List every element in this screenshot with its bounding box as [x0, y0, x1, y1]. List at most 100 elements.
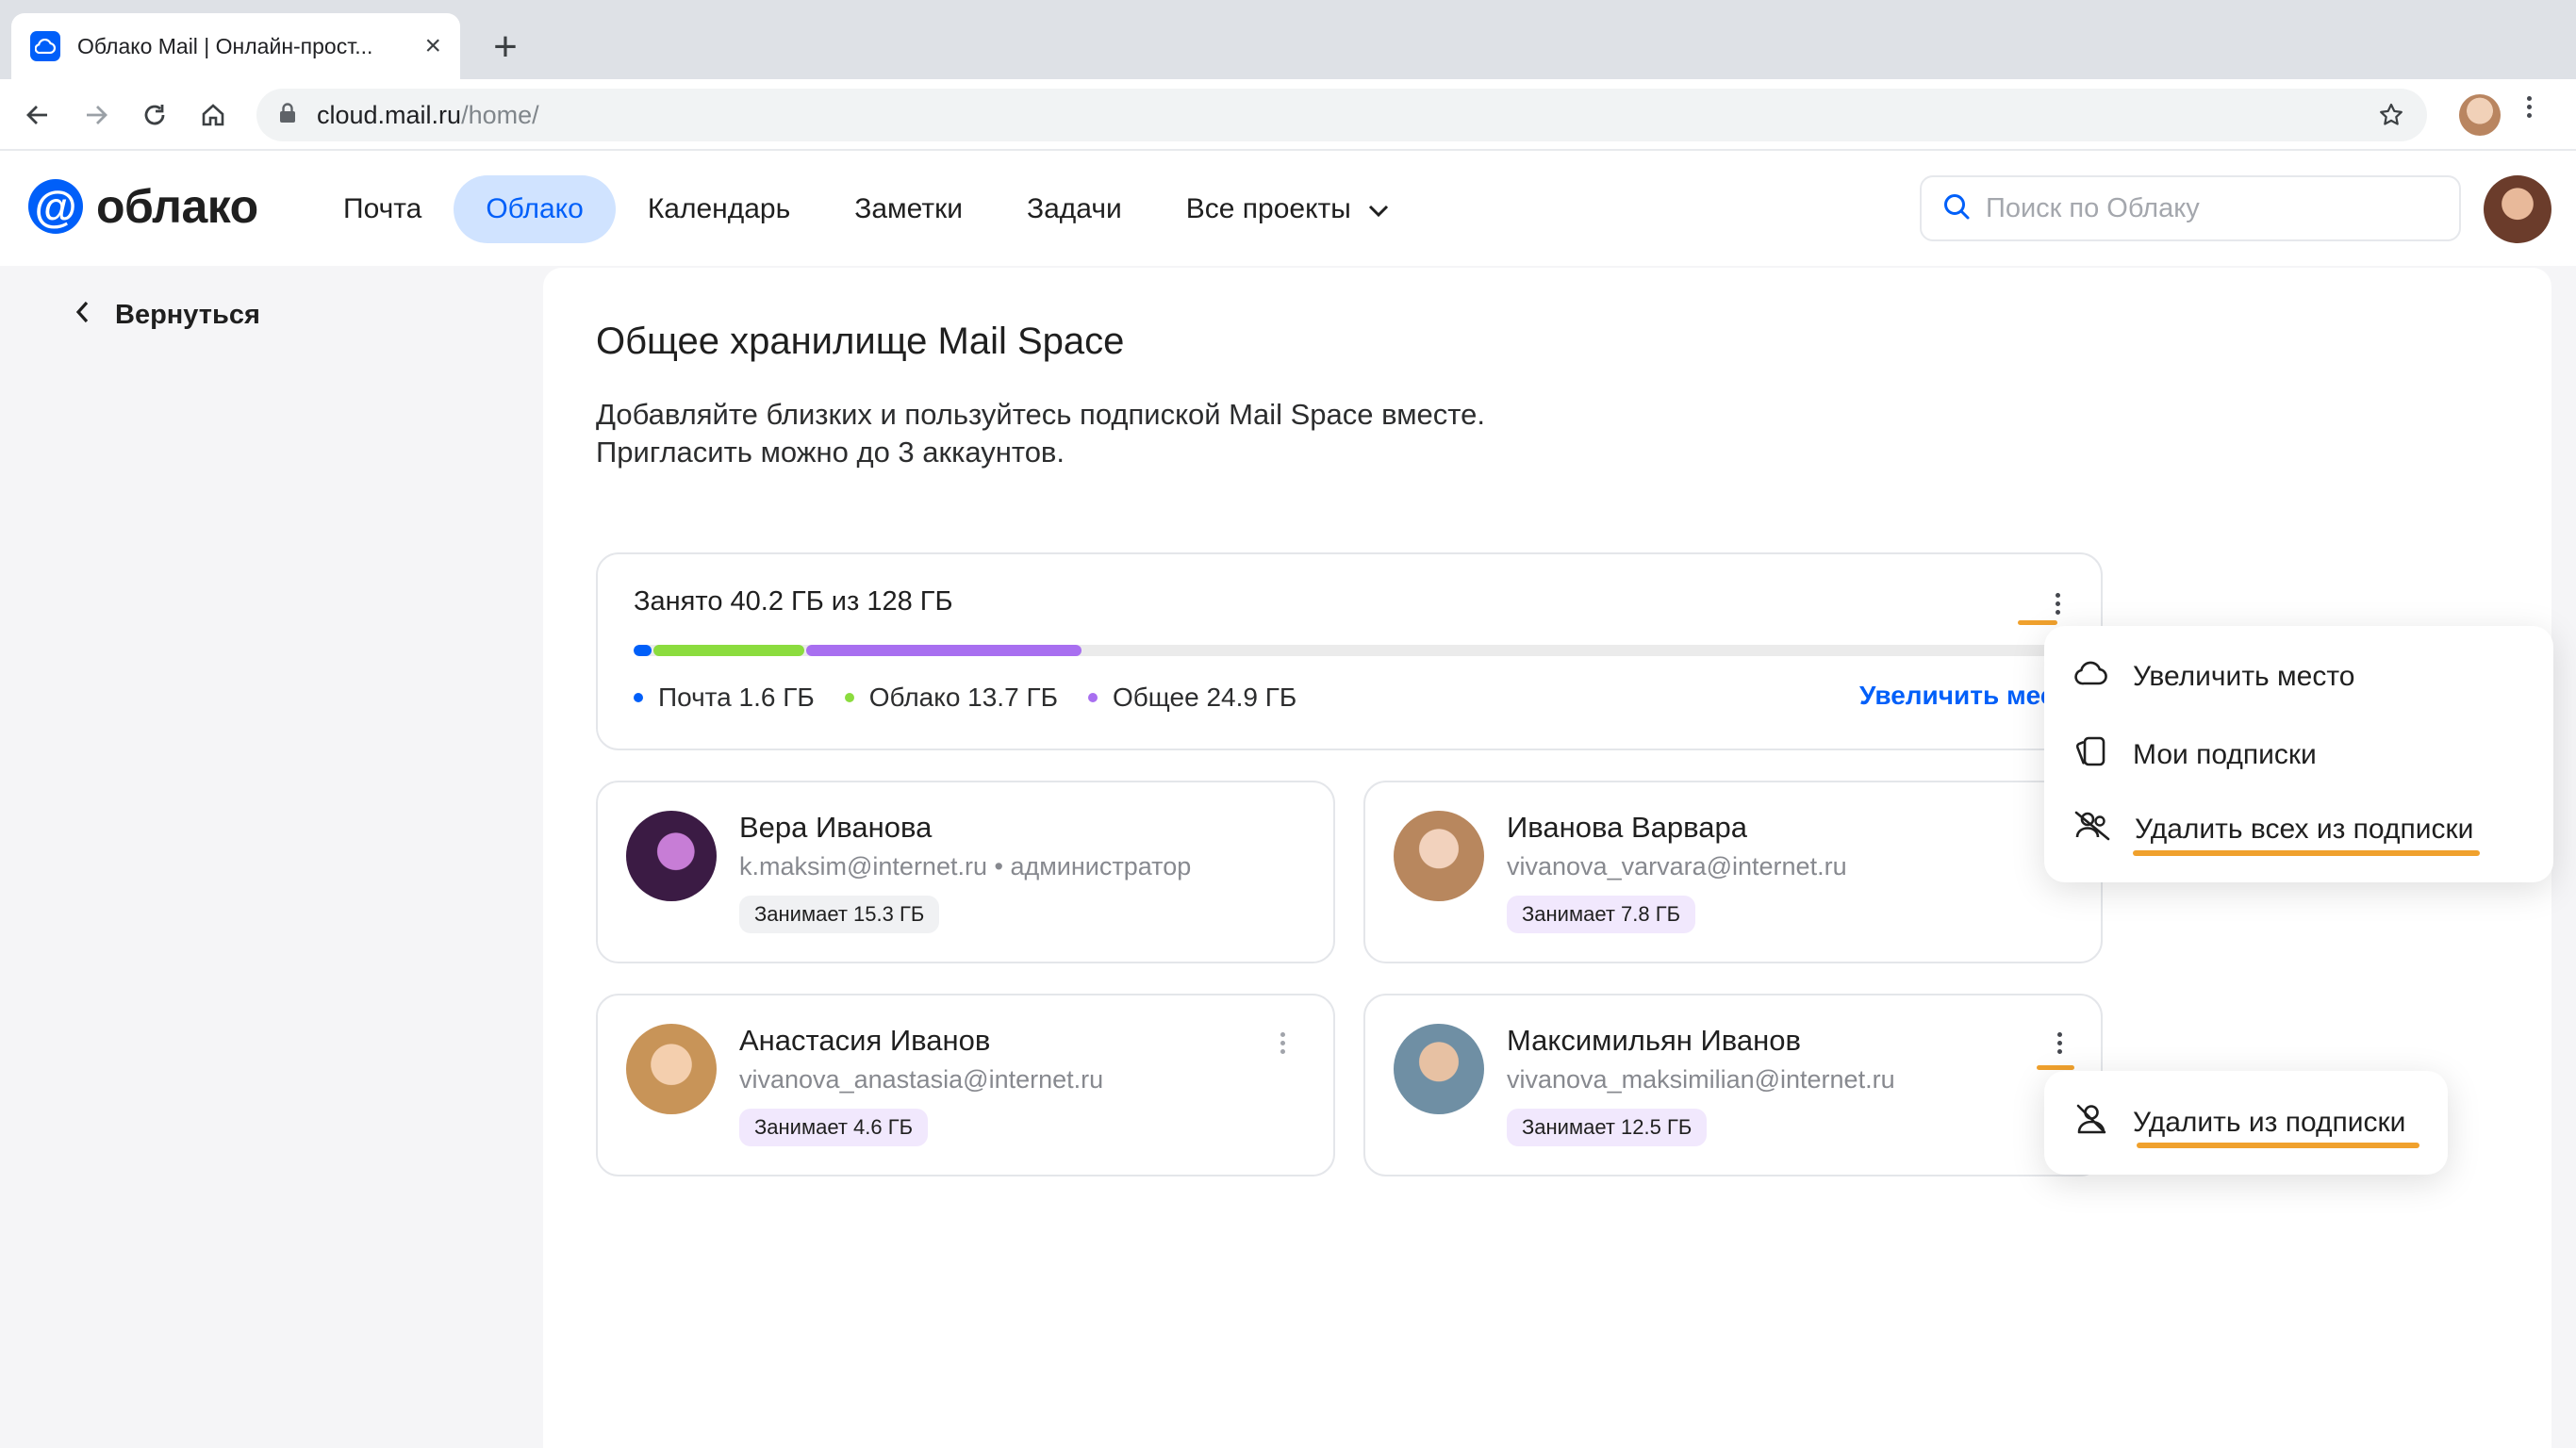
- browser-tab-bar: Облако Mail | Онлайн-прост... × +: [0, 0, 2576, 79]
- member-role: администратор: [1010, 852, 1192, 880]
- description-line-2: Пригласить можно до 3 аккаунтов.: [596, 436, 1065, 469]
- chevron-down-icon: [1368, 175, 1389, 243]
- remove-user-icon: [2074, 1103, 2108, 1143]
- page-title: Общее хранилище Mail Space: [596, 321, 1125, 362]
- member-name: Анастасия Иванов: [739, 1024, 991, 1057]
- search-box[interactable]: [1920, 175, 2461, 241]
- avatar: [1394, 1024, 1484, 1114]
- remove-member-highlight: [2137, 1143, 2419, 1148]
- storage-card: Занято 40.2 ГБ из 128 ГБ Почта 1.6 ГБ Об…: [596, 552, 2103, 750]
- tab-title: Облако Mail | Онлайн-прост...: [77, 33, 373, 58]
- reload-icon[interactable]: [136, 96, 173, 134]
- member-dropdown-menu: Удалить из подписки: [2044, 1071, 2448, 1175]
- bookmark-star-icon[interactable]: [2378, 102, 2404, 133]
- browser-toolbar: cloud.mail.ru/home/: [0, 79, 2576, 151]
- storage-title: Занято 40.2 ГБ из 128 ГБ: [634, 586, 953, 617]
- app-header: @ облако Почта Облако Календарь Заметки …: [0, 151, 2576, 266]
- close-tab-icon[interactable]: ×: [424, 30, 441, 62]
- storage-legend: Почта 1.6 ГБ Облако 13.7 ГБ Общее 24.9 Г…: [634, 683, 1296, 713]
- usage-badge: Занимает 7.8 ГБ: [1507, 896, 1696, 933]
- back-arrow-icon[interactable]: [19, 96, 57, 134]
- member-email: vivanova_maksimilian@internet.ru: [1507, 1065, 1895, 1094]
- member-card-anastasia[interactable]: Анастасия Иванов vivanova_anastasia@inte…: [596, 994, 1335, 1176]
- menu-item-label: Удалить из подписки: [2133, 1107, 2406, 1138]
- avatar: [1394, 811, 1484, 901]
- page-description: Добавляйте близких и пользуйтесь подписк…: [596, 396, 1727, 471]
- menu-item-increase-storage[interactable]: Увеличить место: [2074, 660, 2354, 694]
- nav-cloud[interactable]: Облако: [454, 175, 616, 243]
- usage-badge: Занимает 12.5 ГБ: [1507, 1109, 1708, 1146]
- progress-segment-cloud: [652, 645, 804, 656]
- member-menu-highlight: [2037, 1065, 2074, 1070]
- description-line-1: Добавляйте близких и пользуйтесь подписк…: [596, 398, 1486, 431]
- legend-item-cloud: Облако 13.7 ГБ: [844, 683, 1058, 713]
- menu-item-label: Увеличить место: [2133, 661, 2355, 692]
- back-label: Вернуться: [115, 300, 260, 330]
- storage-more-icon[interactable]: [2039, 584, 2076, 622]
- member-card-varvara[interactable]: Иванова Варвара vivanova_varvara@interne…: [1363, 781, 2103, 963]
- storage-progress-bar: [634, 645, 2059, 656]
- browser-tab[interactable]: Облако Mail | Онлайн-прост... ×: [11, 13, 460, 79]
- nav-mail[interactable]: Почта: [311, 175, 454, 243]
- avatar: [626, 811, 717, 901]
- legend-dot-mail: [634, 693, 643, 702]
- usage-badge: Занимает 15.3 ГБ: [739, 896, 940, 933]
- nav-all-projects[interactable]: Все проекты: [1154, 175, 1421, 243]
- avatar: [626, 1024, 717, 1114]
- menu-item-remove-all[interactable]: Удалить всех из подписки: [2074, 811, 2473, 848]
- nav-calendar[interactable]: Календарь: [616, 175, 822, 243]
- member-name: Иванова Варвара: [1507, 811, 1747, 844]
- progress-segment-shared: [805, 645, 1082, 656]
- member-card-vera[interactable]: Вера Иванова k.maksim@internet.ru • адми…: [596, 781, 1335, 963]
- remove-all-highlight: [2133, 850, 2480, 856]
- address-bar[interactable]: cloud.mail.ru/home/: [256, 89, 2427, 141]
- legend-label-cloud: Облако 13.7 ГБ: [868, 683, 1058, 712]
- member-card-maksimilian[interactable]: Максимильян Иванов vivanova_maksimilian@…: [1363, 994, 2103, 1176]
- increase-storage-link[interactable]: Увеличить место: [1859, 681, 2057, 711]
- main-nav: Почта Облако Календарь Заметки Задачи Вс…: [311, 175, 1421, 243]
- legend-label-mail: Почта 1.6 ГБ: [658, 683, 815, 712]
- menu-item-label: Мои подписки: [2133, 739, 2317, 770]
- storage-menu-highlight: [2018, 620, 2057, 625]
- user-avatar[interactable]: [2484, 175, 2551, 243]
- logo[interactable]: @ облако: [28, 179, 258, 234]
- legend-dot-shared: [1087, 693, 1098, 702]
- home-icon[interactable]: [194, 96, 232, 134]
- menu-item-label: Удалить всех из подписки: [2135, 814, 2474, 845]
- member-email: k.maksim@internet.ru • администратор: [739, 852, 1191, 881]
- search-icon: [1942, 192, 1971, 225]
- lock-icon: [279, 102, 296, 128]
- separator-dot: •: [994, 852, 1011, 880]
- member-name: Вера Иванова: [739, 811, 933, 844]
- remove-users-icon: [2074, 811, 2110, 848]
- menu-item-my-subscriptions[interactable]: Мои подписки: [2074, 735, 2317, 775]
- member-email: vivanova_varvara@internet.ru: [1507, 852, 1847, 880]
- back-link[interactable]: Вернуться: [75, 300, 260, 331]
- legend-dot-cloud: [844, 693, 854, 702]
- member-email: vivanova_anastasia@internet.ru: [739, 1065, 1104, 1094]
- progress-segment-mail: [634, 645, 652, 656]
- nav-all-projects-label: Все проекты: [1185, 193, 1351, 224]
- browser-menu-icon[interactable]: [2527, 96, 2532, 118]
- legend-label-shared: Общее 24.9 ГБ: [1112, 683, 1297, 712]
- usage-badge: Занимает 4.6 ГБ: [739, 1109, 929, 1146]
- member-more-icon[interactable]: [1263, 1024, 1301, 1061]
- new-tab-icon[interactable]: +: [487, 21, 524, 74]
- url-host: cloud.mail.ru: [317, 100, 462, 129]
- logo-at-icon: @: [28, 179, 83, 234]
- search-input[interactable]: [1986, 192, 2419, 224]
- nav-notes[interactable]: Заметки: [822, 175, 995, 243]
- menu-item-remove-member[interactable]: Удалить из подписки: [2074, 1103, 2405, 1143]
- legend-item-shared: Общее 24.9 ГБ: [1087, 683, 1297, 713]
- legend-item-mail: Почта 1.6 ГБ: [634, 683, 815, 713]
- member-name: Максимильян Иванов: [1507, 1024, 1801, 1057]
- browser-profile-avatar[interactable]: [2459, 94, 2501, 136]
- subscriptions-icon: [2074, 735, 2108, 775]
- forward-arrow-icon[interactable]: [77, 96, 115, 134]
- storage-dropdown-menu: Увеличить место Мои подписки Удалить все…: [2044, 626, 2553, 882]
- member-email-text: k.maksim@internet.ru: [739, 852, 987, 880]
- member-more-icon[interactable]: [2040, 1024, 2078, 1061]
- nav-tasks[interactable]: Задачи: [995, 175, 1154, 243]
- url-path: /home/: [461, 100, 539, 129]
- cloud-icon: [2074, 660, 2108, 694]
